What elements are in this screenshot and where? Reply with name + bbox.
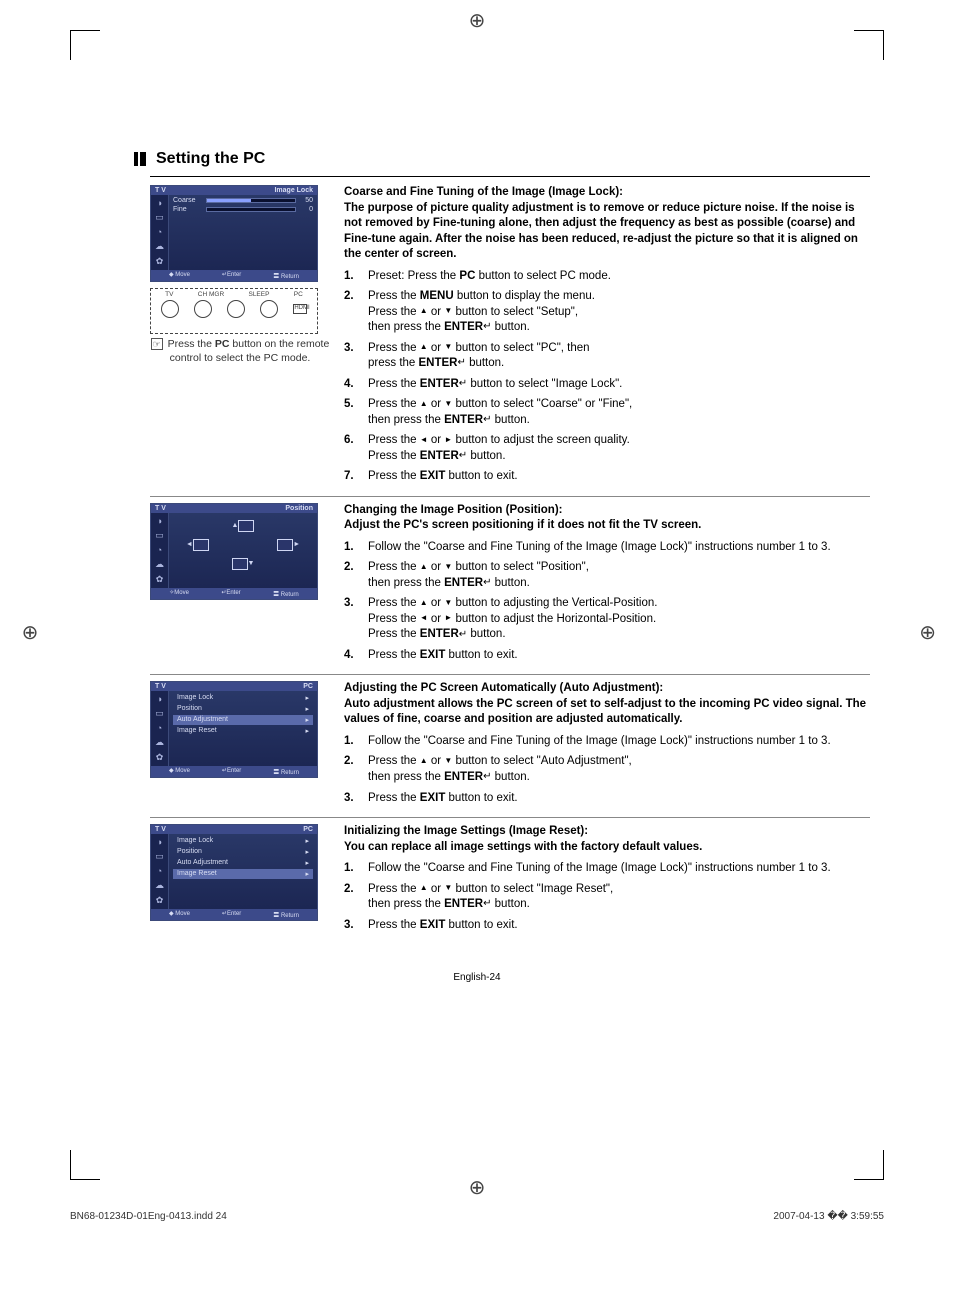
hand-icon: ☞ [151, 338, 163, 350]
osd-tv-label: T V [155, 187, 166, 194]
menu-icon: ◔ [157, 227, 162, 237]
remote-diagram: TVCH MGRSLEEPPC HDMI [150, 288, 318, 334]
osd-move: ◆ Move [169, 910, 190, 919]
osd-tv-label: T V [155, 826, 166, 833]
section-image-reset: T V PC ◑ ▭ ◔ ☁ ✿ Image Lock▸Position▸Aut… [150, 824, 870, 944]
print-footer-left: BN68-01234D-01Eng-0413.indd 24 [70, 1211, 227, 1222]
section-position: T V Position ◑ ▭ ◔ ☁ ✿ ▲ [150, 503, 870, 676]
section2-heading: Changing the Image Position (Position): [344, 504, 563, 516]
osd-return: 〓 Return [273, 910, 299, 919]
menu-icon: ▭ [155, 708, 164, 719]
section3-steps: 1.Follow the "Coarse and Fine Tuning of … [344, 734, 870, 806]
registration-mark-icon: ⊕ [469, 8, 486, 33]
registration-mark-icon: ⊕ [22, 620, 39, 645]
menu-icon: ◔ [157, 545, 162, 555]
section4-heading: Initializing the Image Settings (Image R… [344, 825, 588, 837]
section-title: Setting the PC [150, 150, 884, 168]
osd-enter: ↵Enter [221, 589, 240, 598]
section1-steps: 1.Preset: Press the PC button to select … [344, 269, 870, 485]
menu-icon: ◑ [157, 516, 162, 526]
osd-image-lock: T V Image Lock ◑ ▭ ◔ ☁ ✿ Coarse50Fine0 [150, 185, 318, 282]
osd-move: ✧Move [169, 589, 189, 598]
osd-header: Position [285, 505, 313, 512]
section1-heading: Coarse and Fine Tuning of the Image (Ima… [344, 186, 623, 198]
menu-icon: ☁ [155, 880, 164, 891]
menu-icon: ✿ [156, 895, 164, 906]
osd-enter: ↵Enter [222, 767, 241, 776]
section3-heading: Adjusting the PC Screen Automatically (A… [344, 682, 663, 694]
osd-tv-label: T V [155, 683, 166, 690]
section4-intro: You can replace all image settings with … [344, 841, 702, 853]
registration-mark-icon: ⊕ [919, 620, 936, 645]
registration-mark-icon: ⊕ [469, 1175, 486, 1200]
menu-icon: ◑ [157, 837, 162, 847]
osd-return: 〓 Return [273, 767, 299, 776]
osd-tv-label: T V [155, 505, 166, 512]
section2-intro: Adjust the PC's screen positioning if it… [344, 519, 701, 531]
menu-icon: ▭ [155, 212, 164, 223]
osd-move: ◆ Move [169, 767, 190, 776]
menu-icon: ▭ [155, 851, 164, 862]
menu-icon: ✿ [156, 256, 164, 267]
osd-move: ◆ Move [169, 271, 190, 280]
section-image-lock: T V Image Lock ◑ ▭ ◔ ☁ ✿ Coarse50Fine0 [150, 185, 870, 497]
osd-header: Image Lock [274, 187, 313, 194]
osd-enter: ↵Enter [222, 910, 241, 919]
menu-icon: ☁ [155, 737, 164, 748]
osd-pc-auto: T V PC ◑ ▭ ◔ ☁ ✿ Image Lock▸Position▸Aut… [150, 681, 318, 778]
section2-steps: 1.Follow the "Coarse and Fine Tuning of … [344, 540, 870, 664]
menu-icon: ◑ [157, 198, 162, 208]
remote-note: ☞ Press the PC button on the remote cont… [150, 338, 330, 365]
menu-icon: ✿ [156, 574, 164, 585]
osd-return: 〓 Return [273, 271, 299, 280]
osd-position: T V Position ◑ ▭ ◔ ☁ ✿ ▲ [150, 503, 318, 600]
menu-icon: ▭ [155, 530, 164, 541]
menu-icon: ✿ [156, 752, 164, 763]
section3-intro: Auto adjustment allows the PC screen of … [344, 698, 866, 726]
menu-icon: ◔ [157, 723, 162, 733]
osd-header: PC [303, 683, 313, 690]
menu-icon: ◔ [157, 866, 162, 876]
osd-pc-reset: T V PC ◑ ▭ ◔ ☁ ✿ Image Lock▸Position▸Aut… [150, 824, 318, 921]
page-number: English-24 [70, 972, 884, 983]
osd-enter: ↵Enter [222, 271, 241, 280]
menu-icon: ◑ [157, 694, 162, 704]
print-footer-right: 2007-04-13 �� 3:59:55 [773, 1211, 884, 1222]
osd-header: PC [303, 826, 313, 833]
menu-icon: ☁ [155, 559, 164, 570]
section4-steps: 1.Follow the "Coarse and Fine Tuning of … [344, 861, 870, 933]
menu-icon: ☁ [155, 241, 164, 252]
section-auto-adjustment: T V PC ◑ ▭ ◔ ☁ ✿ Image Lock▸Position▸Aut… [150, 681, 870, 818]
section1-intro: The purpose of picture quality adjustmen… [344, 202, 858, 261]
osd-return: 〓 Return [273, 589, 299, 598]
